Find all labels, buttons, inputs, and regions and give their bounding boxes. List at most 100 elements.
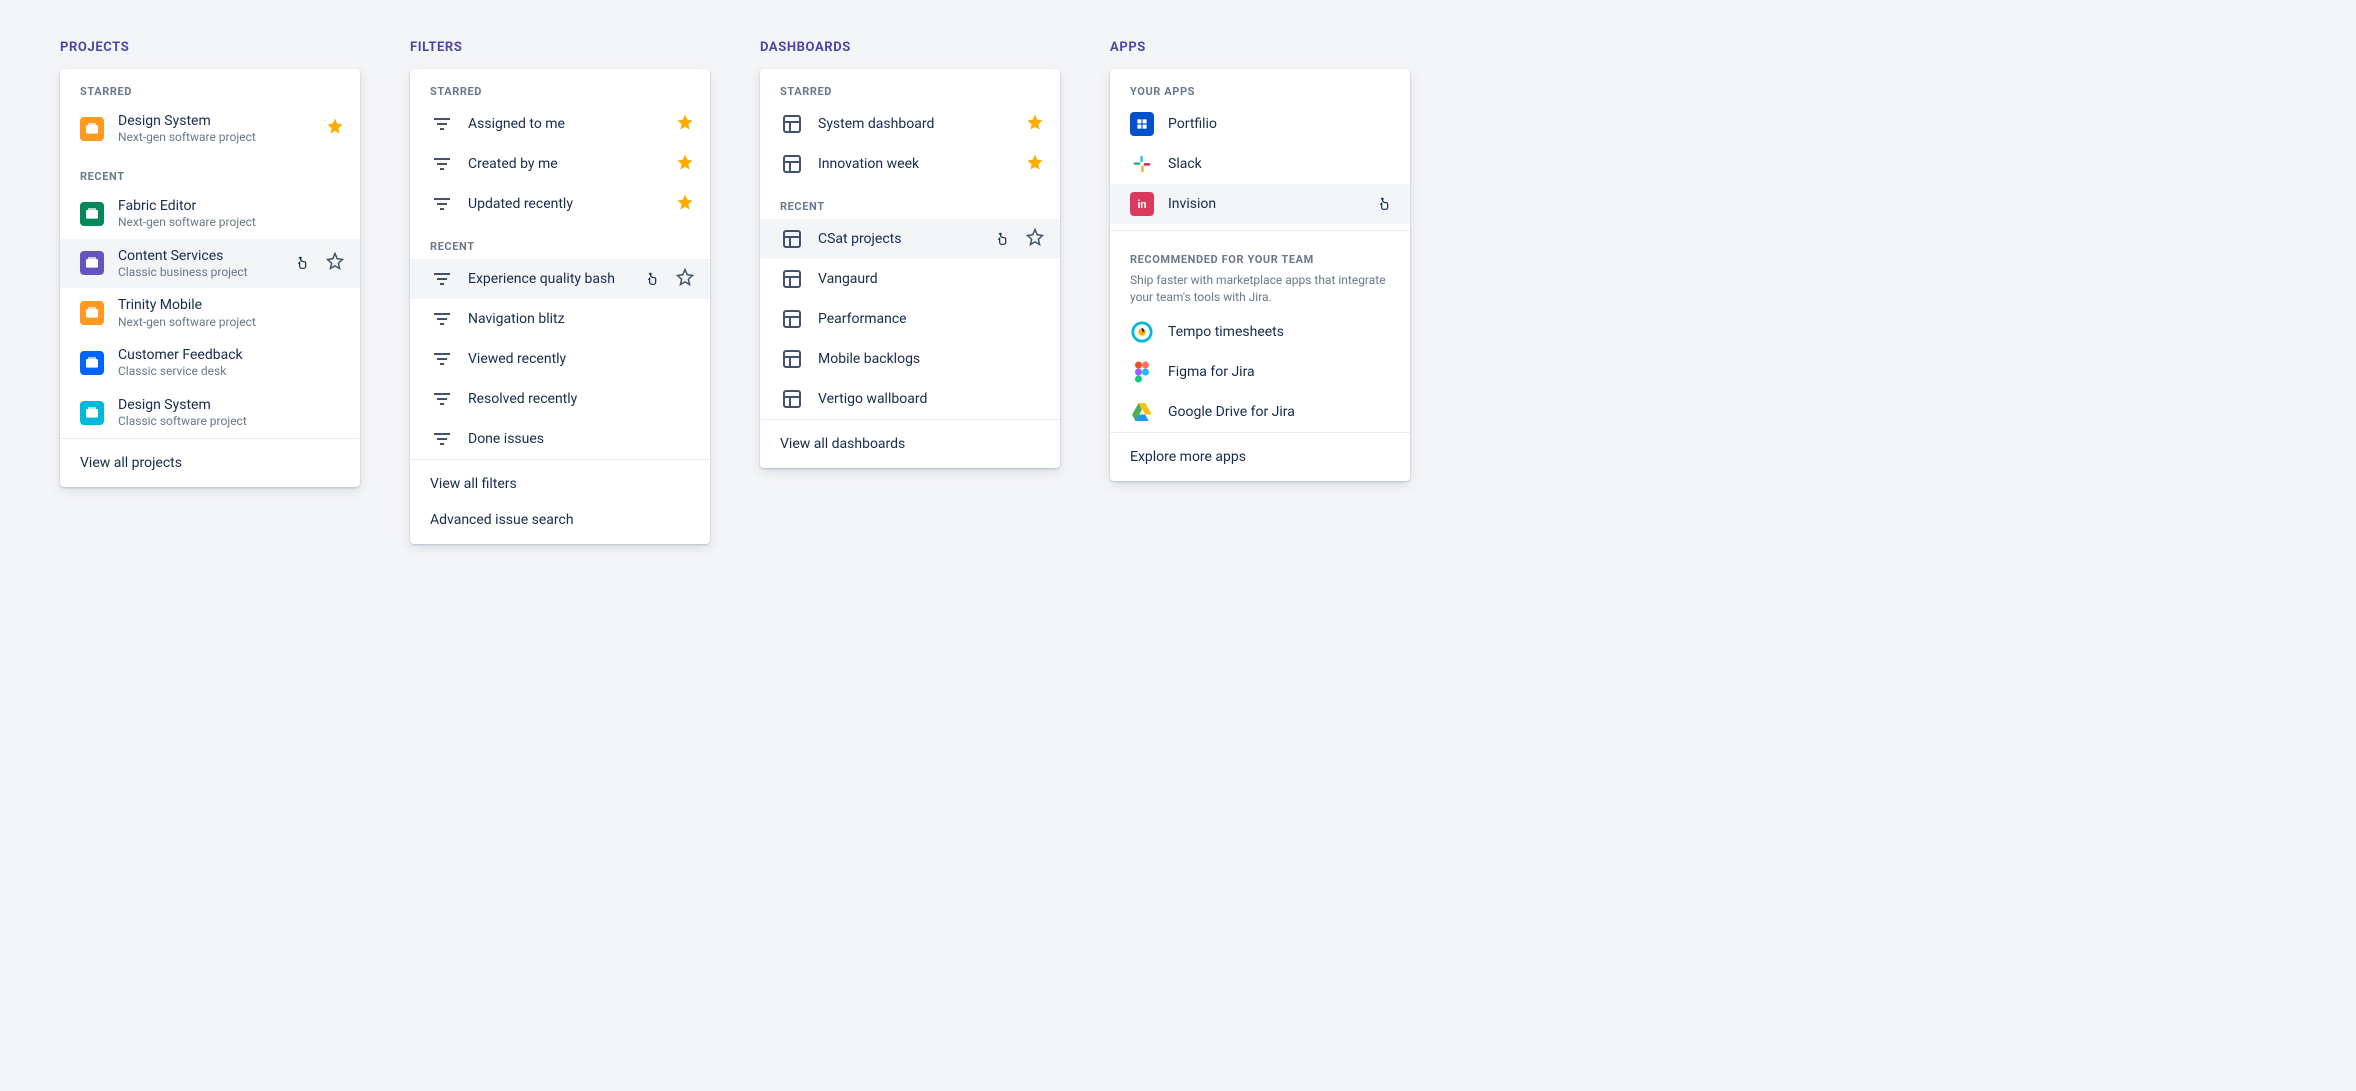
app-name: Tempo timesheets [1168,323,1394,341]
apps-column: APPS YOUR APPS PortfilioSlackinInvision … [1110,40,1410,481]
star-outline-icon[interactable] [1026,228,1044,251]
projects-starred-label: STARRED [60,69,360,104]
apps-card: YOUR APPS PortfilioSlackinInvision RECOM… [1110,69,1410,481]
cursor-icon [994,230,1012,248]
dashboard-icon [780,387,804,411]
filters-recent-list: Experience quality bash Navigation blitz V… [410,259,710,459]
filter-item[interactable]: Resolved recently [410,379,710,419]
project-subtitle: Next-gen software project [118,315,344,331]
cursor-icon [294,254,312,272]
filter-item[interactable]: Created by me [410,144,710,184]
cursor-icon [644,270,662,288]
star-outline-icon[interactable] [326,252,344,275]
apps-your-list: PortfilioSlackinInvision [1110,104,1410,224]
app-item[interactable]: Google Drive for Jira [1110,392,1410,432]
dashboard-item[interactable]: Vertigo wallboard [760,379,1060,419]
app-item[interactable]: inInvision [1110,184,1410,224]
star-icon[interactable] [676,153,694,176]
star-icon[interactable] [326,117,344,140]
footer-link[interactable]: View all dashboards [760,426,1060,462]
filters-starred-label: STARRED [410,69,710,104]
app-icon: in [1130,192,1154,216]
star-outline-icon[interactable] [676,268,694,291]
apps-recommended-block: RECOMMENDED FOR YOUR TEAM Ship faster wi… [1110,237,1410,312]
project-icon [80,351,104,375]
dashboards-recent-label: RECENT [760,184,1060,219]
filter-item[interactable]: Experience quality bash [410,259,710,299]
project-item[interactable]: Design SystemClassic software project [60,388,360,438]
dashboard-icon [780,227,804,251]
dashboards-column: DASHBOARDS STARRED System dashboard Innov… [760,40,1060,468]
apps-your-label: YOUR APPS [1110,69,1410,104]
dashboard-item[interactable]: System dashboard [760,104,1060,144]
footer-link[interactable]: View all filters [410,466,710,502]
star-icon[interactable] [676,113,694,136]
cursor-icon [1376,195,1394,213]
star-icon[interactable] [676,193,694,216]
divider [1110,230,1410,231]
project-subtitle: Next-gen software project [118,130,312,146]
star-icon[interactable] [1026,153,1044,176]
project-subtitle: Classic service desk [118,364,344,380]
filter-item[interactable]: Navigation blitz [410,299,710,339]
app-icon [1130,320,1154,344]
footer-link[interactable]: Advanced issue search [410,502,710,538]
project-item[interactable]: Design SystemNext-gen software project [60,104,360,154]
dashboard-item[interactable]: Pearformance [760,299,1060,339]
filter-item[interactable]: Done issues [410,419,710,459]
filter-icon [430,307,454,331]
dashboard-name: System dashboard [818,115,1012,133]
dashboard-item[interactable]: Vangaurd [760,259,1060,299]
dashboard-name: Vertigo wallboard [818,390,1044,408]
filters-recent-label: RECENT [410,224,710,259]
filter-item[interactable]: Assigned to me [410,104,710,144]
filter-icon [430,112,454,136]
filter-item[interactable]: Updated recently [410,184,710,224]
footer-link[interactable]: View all projects [60,445,360,481]
project-icon [80,202,104,226]
projects-card: STARRED Design SystemNext-gen software p… [60,69,360,487]
dashboard-item[interactable]: Innovation week [760,144,1060,184]
footer-link[interactable]: Explore more apps [1110,439,1410,475]
project-icon [80,301,104,325]
dashboard-name: Mobile backlogs [818,350,1044,368]
dashboards-starred-list: System dashboard Innovation week [760,104,1060,184]
app-icon [1130,112,1154,136]
filter-name: Viewed recently [468,350,694,368]
dashboard-item[interactable]: Mobile backlogs [760,339,1060,379]
project-item[interactable]: Content ServicesClassic business project [60,239,360,289]
project-name: Trinity Mobile [118,296,344,314]
app-icon [1130,360,1154,384]
dashboard-icon [780,347,804,371]
filter-icon [430,347,454,371]
dashboard-name: Pearformance [818,310,1044,328]
app-item[interactable]: Tempo timesheets [1110,312,1410,352]
filter-item[interactable]: Viewed recently [410,339,710,379]
dashboards-title: DASHBOARDS [760,40,1060,55]
filter-icon [430,267,454,291]
project-icon [80,401,104,425]
app-item[interactable]: Slack [1110,144,1410,184]
star-icon[interactable] [1026,113,1044,136]
dashboards-starred-label: STARRED [760,69,1060,104]
project-item[interactable]: Fabric EditorNext-gen software project [60,189,360,239]
dashboard-item[interactable]: CSat projects [760,219,1060,259]
dashboard-icon [780,152,804,176]
dashboard-icon [780,267,804,291]
project-name: Design System [118,396,344,414]
app-item[interactable]: Figma for Jira [1110,352,1410,392]
app-icon [1130,400,1154,424]
project-icon [80,117,104,141]
project-item[interactable]: Trinity MobileNext-gen software project [60,288,360,338]
menu-columns: PROJECTS STARRED Design SystemNext-gen s… [60,40,2296,544]
app-name: Google Drive for Jira [1168,403,1394,421]
filter-icon [430,192,454,216]
project-name: Fabric Editor [118,197,344,215]
filter-name: Navigation blitz [468,310,694,328]
app-item[interactable]: Portfilio [1110,104,1410,144]
filter-name: Assigned to me [468,115,662,133]
projects-recent-label: RECENT [60,154,360,189]
filter-icon [430,427,454,451]
project-item[interactable]: Customer FeedbackClassic service desk [60,338,360,388]
projects-recent-list: Fabric EditorNext-gen software projectCo… [60,189,360,438]
